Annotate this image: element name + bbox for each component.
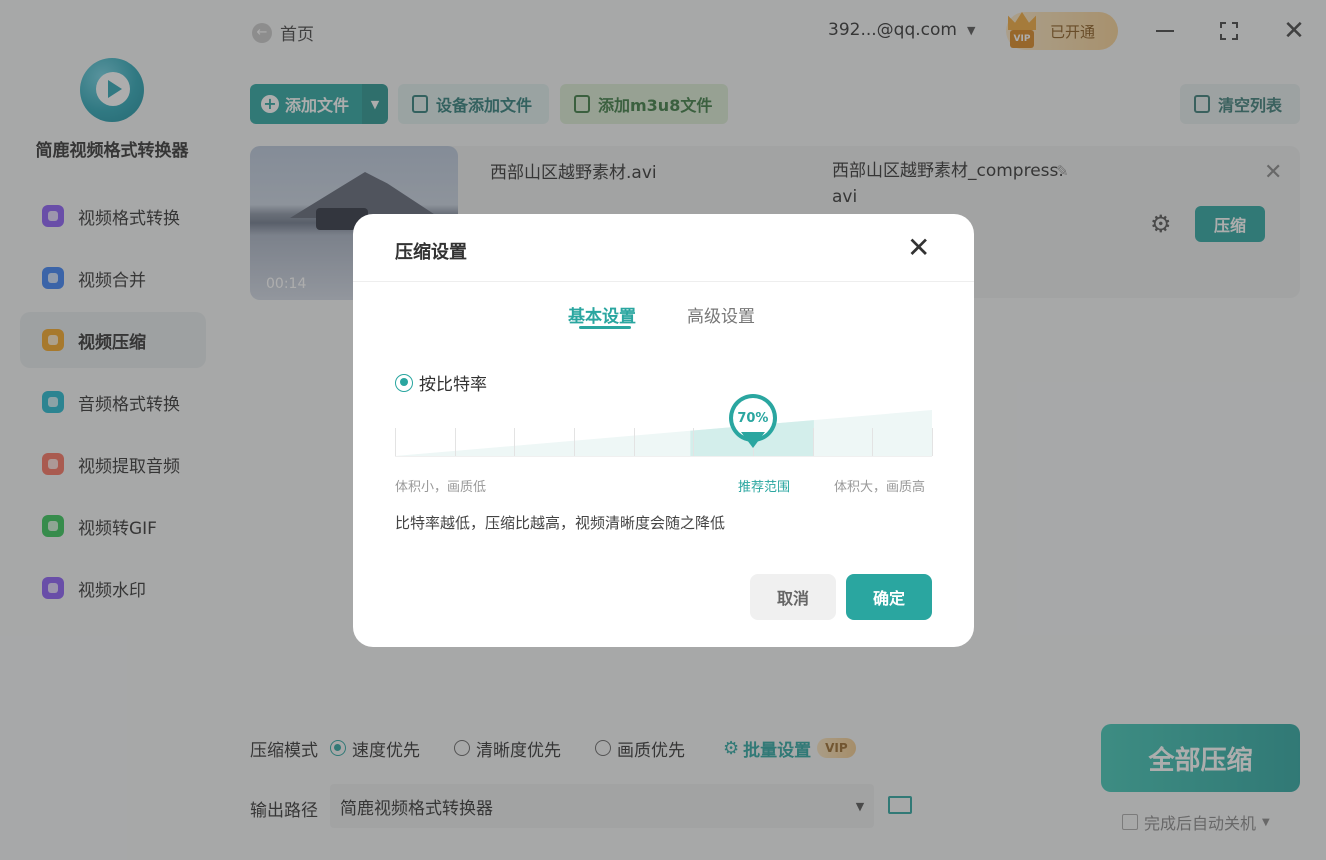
slider-recommended-label: 推荐范围 (738, 480, 791, 495)
tab-basic-settings[interactable]: 基本设置 (568, 302, 636, 327)
confirm-button[interactable]: 确定 (846, 574, 932, 620)
slider-handle[interactable]: 70% (728, 394, 777, 460)
tab-advanced-settings[interactable]: 高级设置 (687, 302, 755, 327)
bitrate-slider[interactable]: 70% (395, 394, 933, 460)
compress-settings-dialog: 压缩设置 ✕ 基本设置 高级设置 按比特率 70% 体积小，画质低 推荐范围 体… (353, 214, 974, 647)
dialog-close-icon[interactable]: ✕ (907, 234, 930, 262)
radio-checked-icon (395, 373, 413, 392)
slider-track (395, 410, 933, 457)
bitrate-mode-radio[interactable]: 按比特率 (395, 370, 487, 395)
slider-low-label: 体积小，画质低 (395, 480, 487, 495)
slider-wedge (395, 410, 932, 456)
dialog-title: 压缩设置 (395, 242, 467, 263)
bitrate-mode-label: 按比特率 (419, 375, 487, 395)
tab-active-indicator (579, 326, 631, 329)
dialog-divider (353, 281, 974, 282)
bitrate-hint: 比特率越低，压缩比越高，视频清晰度会随之降低 (395, 514, 726, 532)
cancel-button[interactable]: 取消 (750, 574, 836, 620)
slider-high-label: 体积大，画质高 (834, 480, 926, 495)
